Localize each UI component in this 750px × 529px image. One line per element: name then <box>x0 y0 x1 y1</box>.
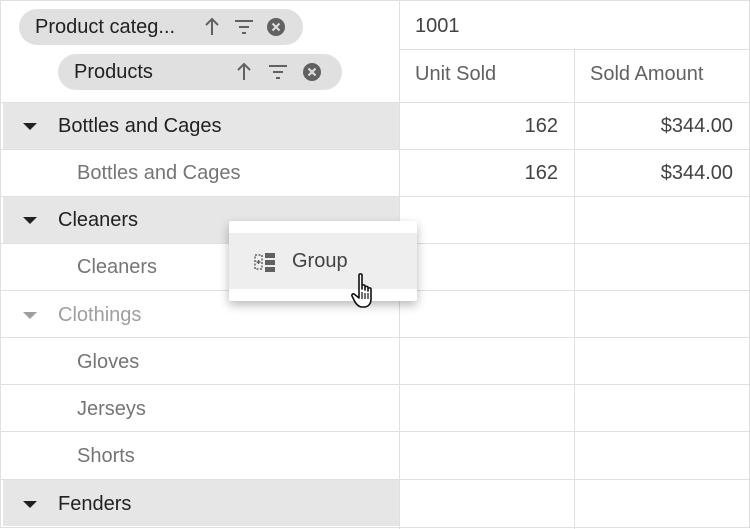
divider <box>1 196 749 197</box>
collapse-icon[interactable] <box>23 217 37 224</box>
cell-unit-sold: 162 <box>524 162 558 184</box>
context-menu-item-label: Group <box>292 249 348 272</box>
divider <box>1 149 749 150</box>
chip-product-category[interactable]: Product categ... <box>19 9 303 45</box>
sort-ascending-icon[interactable] <box>199 9 225 45</box>
divider <box>1 337 749 338</box>
divider <box>1 479 749 480</box>
row-header-child: Cleaners <box>77 256 158 278</box>
column-group-header: 1001 <box>415 15 460 37</box>
filter-icon[interactable] <box>231 9 257 45</box>
cell-unit-sold: 162 <box>524 115 558 137</box>
filter-icon[interactable] <box>265 54 291 90</box>
row-header-child: Shorts <box>77 445 135 467</box>
row-header-group[interactable]: Bottles and Cages <box>58 115 221 138</box>
divider <box>1 384 749 385</box>
row-header-child: Jerseys <box>77 398 146 420</box>
remove-icon[interactable] <box>299 54 325 90</box>
row-header-group[interactable]: Clothings <box>58 304 141 327</box>
divider <box>574 49 575 529</box>
chip-label: Product categ... <box>35 15 176 38</box>
row-header-child: Gloves <box>77 351 140 373</box>
context-menu-item-group[interactable]: Group <box>229 233 417 289</box>
context-menu: Group <box>229 221 417 301</box>
hand-cursor-icon <box>350 272 382 317</box>
collapse-icon[interactable] <box>23 123 37 130</box>
cell-sold-amount: $344.00 <box>660 162 733 184</box>
chip-label: Products <box>74 60 153 83</box>
row-header-group[interactable]: Cleaners <box>58 209 138 232</box>
row-header-child: Bottles and Cages <box>77 162 241 184</box>
collapse-icon[interactable] <box>23 312 37 319</box>
column-header-sold-amount[interactable]: Sold Amount <box>590 63 703 86</box>
column-header-unit-sold[interactable]: Unit Sold <box>415 63 496 86</box>
collapse-icon[interactable] <box>23 501 37 508</box>
remove-icon[interactable] <box>263 9 289 45</box>
group-icon <box>254 251 276 278</box>
divider <box>1 431 749 432</box>
chip-products[interactable]: Products <box>58 54 342 90</box>
divider <box>1 102 749 103</box>
sort-ascending-icon[interactable] <box>231 54 257 90</box>
cell-sold-amount: $344.00 <box>660 115 733 137</box>
row-header-group[interactable]: Fenders <box>58 493 131 516</box>
